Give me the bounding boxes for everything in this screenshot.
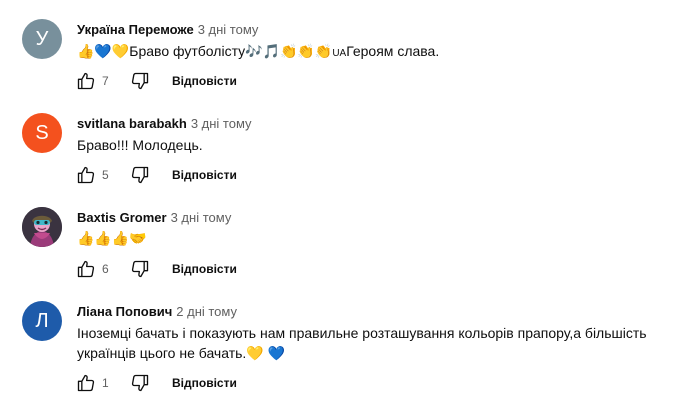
like-button[interactable]	[70, 65, 102, 97]
comment-time[interactable]: 3 дні тому	[171, 210, 232, 225]
reply-button[interactable]: Відповісти	[172, 262, 237, 276]
comment-actions: 5 Відповісти	[70, 159, 237, 191]
comment-time[interactable]: 3 дні тому	[198, 22, 259, 37]
reply-button[interactable]: Відповісти	[172, 376, 237, 390]
like-button[interactable]	[70, 159, 102, 191]
comment-text: Браво!!! Молодець.	[77, 137, 203, 153]
comment-emoji: 👍💙💛	[77, 44, 130, 60]
comment-header: svitlana barabakh 3 дні тому	[77, 116, 252, 131]
thumbs-down-icon	[131, 72, 149, 90]
thumbs-down-icon	[131, 260, 149, 278]
dislike-button[interactable]	[124, 159, 156, 191]
avatar-letter: S	[35, 121, 49, 144]
dislike-button[interactable]	[124, 65, 156, 97]
comment-text-part: Героям слава.	[346, 43, 440, 59]
thumbs-down-icon	[131, 374, 149, 392]
character-avatar-icon	[22, 207, 62, 247]
comment-actions: 7 Відповісти	[70, 65, 237, 97]
comment-time[interactable]: 2 дні тому	[176, 304, 237, 319]
comment-actions: 6 Відповісти	[70, 253, 237, 285]
comment-text-part: UA	[332, 48, 347, 59]
like-count: 7	[102, 74, 109, 88]
comment-author[interactable]: Baxtis Gromer	[77, 210, 167, 225]
dislike-button[interactable]	[124, 253, 156, 285]
comment-text: 👍👍👍🤝	[77, 231, 147, 247]
thumbs-up-icon	[77, 260, 95, 278]
comment-author[interactable]: Україна Переможе	[77, 22, 194, 37]
like-button[interactable]	[70, 253, 102, 285]
comment-header: Ліана Попович 2 дні тому	[77, 304, 237, 319]
comment-author[interactable]: svitlana barabakh	[77, 116, 187, 131]
like-button[interactable]	[70, 367, 102, 399]
comment-header: Baxtis Gromer 3 дні тому	[77, 210, 231, 225]
like-count: 5	[102, 168, 109, 182]
comment-header: Україна Переможе 3 дні тому	[77, 22, 258, 37]
avatar[interactable]	[22, 207, 62, 247]
avatar[interactable]: S	[22, 113, 62, 153]
comments-thread: У Україна Переможе 3 дні тому 👍💙💛Браво фу…	[0, 0, 685, 413]
comment-time[interactable]: 3 дні тому	[191, 116, 252, 131]
avatar[interactable]: Л	[22, 301, 62, 341]
comment-emoji: 🎶🎵👏👏👏	[245, 44, 333, 60]
comment-author[interactable]: Ліана Попович	[77, 304, 172, 319]
thumbs-up-icon	[77, 166, 95, 184]
thumbs-up-icon	[77, 374, 95, 392]
like-count: 1	[102, 376, 109, 390]
thumbs-down-icon	[131, 166, 149, 184]
dislike-button[interactable]	[124, 367, 156, 399]
comment-text: Іноземці бачать і показують нам правильн…	[77, 325, 647, 361]
comment-text: 👍💙💛Браво футболісту🎶🎵👏👏👏UAГероям слава.	[77, 41, 677, 64]
comment-text-part: Браво футболісту	[129, 43, 246, 59]
reply-button[interactable]: Відповісти	[172, 74, 237, 88]
thumbs-up-icon	[77, 72, 95, 90]
like-count: 6	[102, 262, 109, 276]
reply-button[interactable]: Відповісти	[172, 168, 237, 182]
avatar[interactable]: У	[22, 19, 62, 59]
comment-actions: 1 Відповісти	[70, 367, 237, 399]
avatar-letter: У	[35, 27, 49, 50]
avatar-letter: Л	[35, 309, 49, 332]
